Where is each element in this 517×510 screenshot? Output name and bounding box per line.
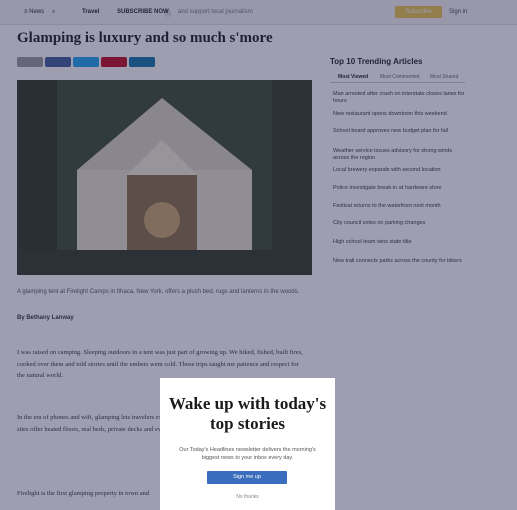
dismiss-link[interactable]: No thanks xyxy=(160,494,335,500)
modal-headline: Wake up with today's top stories xyxy=(168,394,327,433)
modal-description: Our Today's Headlines newsletter deliver… xyxy=(179,447,316,461)
newsletter-modal: Wake up with today's top stories Our Tod… xyxy=(160,378,335,510)
newsletter-signup-button[interactable]: Sign me up xyxy=(207,471,287,484)
